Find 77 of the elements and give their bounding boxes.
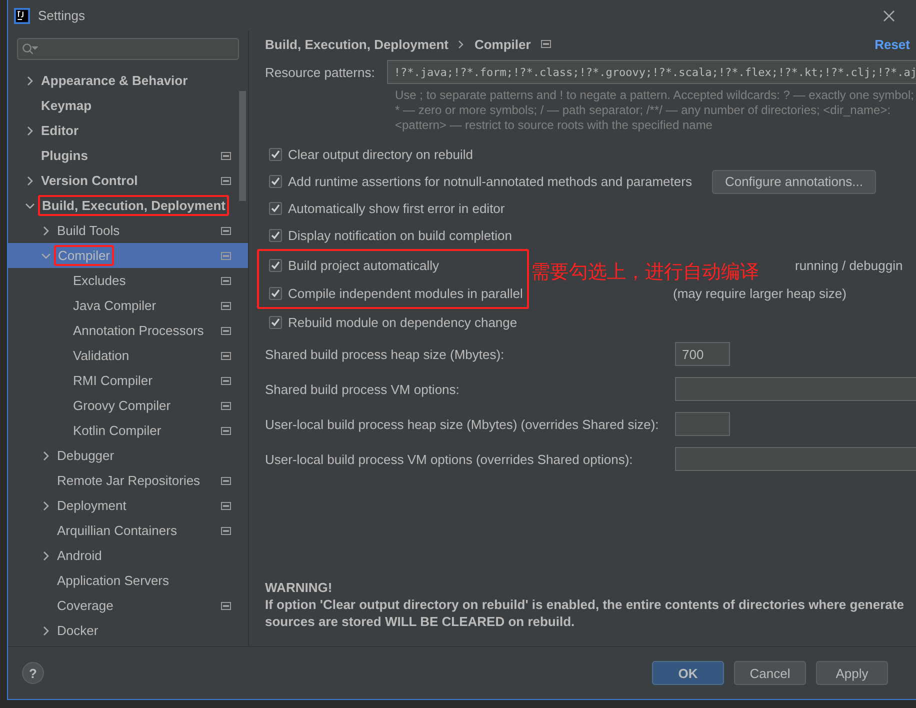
dialog-button[interactable]: Cancel [734, 661, 806, 685]
tree-item[interactable]: Groovy Compiler [8, 393, 248, 418]
close-icon[interactable] [882, 8, 896, 22]
chevron-down-icon[interactable] [25, 200, 35, 210]
checkbox[interactable] [269, 258, 282, 272]
configure-annotations-button[interactable]: Configure annotations... [712, 170, 876, 194]
window-title: Settings [38, 8, 86, 23]
annotation-note: 需要勾选上，进行自动编译 [531, 261, 759, 285]
tree-item[interactable]: Keymap [8, 93, 248, 118]
field-label: Resource patterns: [265, 64, 375, 80]
tree-item[interactable]: Version Control [8, 168, 248, 193]
tree-item[interactable]: Appearance & Behavior [8, 68, 248, 93]
chevron-right-icon[interactable] [25, 76, 35, 86]
checkbox-label: Automatically show first error in editor [288, 201, 505, 216]
tree-item[interactable]: Coverage [8, 593, 248, 618]
project-level-icon [540, 40, 551, 48]
tree-item[interactable]: Docker [8, 618, 248, 643]
scrollbar-thumb[interactable] [239, 91, 246, 201]
search-field[interactable] [17, 38, 239, 60]
tree-item[interactable]: Editor [8, 118, 248, 143]
checkbox-label: Add runtime assertions for notnull-annotated methods and parameters [288, 174, 692, 189]
tree-item[interactable]: Debugger [8, 443, 248, 468]
warning-text: sources are stored WILL BE CLEARED on rebuild. [265, 613, 576, 630]
checkbox-label: Clear output directory on rebuild [288, 147, 473, 162]
chevron-right-icon[interactable] [41, 500, 51, 510]
chevron-right-icon[interactable] [41, 626, 51, 636]
field-label: User-local build process heap size (Mbytes) (overrides Shared size): [265, 416, 660, 432]
tree-item[interactable]: Annotation Processors [8, 318, 248, 343]
checkbox-label: Compile independent modules in parallel [288, 286, 523, 300]
option-note: running / debuggin [795, 258, 903, 272]
reset-link[interactable]: Reset [874, 36, 910, 52]
input-field[interactable] [675, 412, 730, 436]
tree-item[interactable]: Deployment [8, 493, 248, 518]
checkbox-label: Rebuild module on dependency change [288, 315, 518, 330]
checkbox[interactable] [269, 148, 282, 161]
tree-item[interactable]: Android [8, 543, 248, 568]
resource-patterns-field[interactable]: !?*.java;!?*.form;!?*.class;!?*.groovy;!?*.scala;!?*.flex;!?*.kt;!?*.clj;!?*.aj [386, 60, 916, 84]
checkbox[interactable] [269, 175, 282, 188]
checkbox[interactable] [269, 202, 282, 215]
input-field[interactable] [675, 447, 916, 471]
chevron-right-icon[interactable] [41, 226, 51, 236]
checkbox[interactable] [269, 229, 282, 242]
tree-item[interactable]: Remote Jar Repositories [8, 468, 248, 493]
chevron-right-icon[interactable] [25, 176, 35, 186]
checkbox[interactable] [269, 286, 282, 300]
tree-item[interactable]: RMI Compiler [8, 368, 248, 393]
dialog-button[interactable]: Apply [816, 661, 888, 685]
tree-item[interactable]: Build Tools [8, 218, 248, 243]
chevron-right-icon[interactable] [41, 450, 51, 460]
tree-item[interactable]: Plugins [8, 143, 248, 168]
hint-text: Use ; to separate patterns and ! to negate a pattern. Accepted wildcards: ? — exactly one symbol; * — zero or more symbols; / — path separator; /**/ — any number of directories; <dir_name>: <pattern> — restrict to source roots with the specified name [395, 88, 915, 133]
breadcrumb-item: Build, Execution, Deployment [265, 36, 448, 52]
warning-title: WARNING! [265, 579, 334, 596]
option-note: (may require larger heap size) [673, 286, 846, 300]
tree-item[interactable]: Application Servers [8, 568, 248, 593]
app-logo-icon [14, 8, 30, 24]
warning-text: If option 'Clear output directory on rebuild' is enabled, the entire contents of directories where generate [265, 596, 905, 613]
breadcrumb-separator-icon [458, 40, 464, 48]
checkbox-label: Build project automatically [288, 258, 440, 272]
tree-item[interactable]: Kotlin Compiler [8, 418, 248, 443]
tree-item[interactable]: Excludes [8, 268, 248, 293]
help-button[interactable]: ? [22, 662, 44, 684]
tree-item[interactable]: Java Compiler [8, 293, 248, 318]
breadcrumb-item: Compiler [474, 36, 531, 52]
tree-item[interactable]: Validation [8, 343, 248, 368]
input-field[interactable] [675, 377, 916, 401]
tree-item[interactable]: Arquillian Containers [8, 518, 248, 543]
dialog-button[interactable]: OK [652, 661, 724, 685]
field-label: Shared build process VM options: [265, 382, 460, 396]
field-label: Shared build process heap size (Mbytes): [265, 346, 506, 362]
checkbox-label: Display notification on build completion [288, 228, 512, 243]
search-icon [22, 43, 38, 55]
chevron-right-icon[interactable] [41, 550, 51, 560]
chevron-right-icon[interactable] [25, 126, 35, 136]
input-field[interactable]: 700 [675, 342, 730, 366]
checkbox[interactable] [269, 316, 282, 329]
field-label: User-local build process VM options (overrides Shared options): [265, 452, 634, 466]
